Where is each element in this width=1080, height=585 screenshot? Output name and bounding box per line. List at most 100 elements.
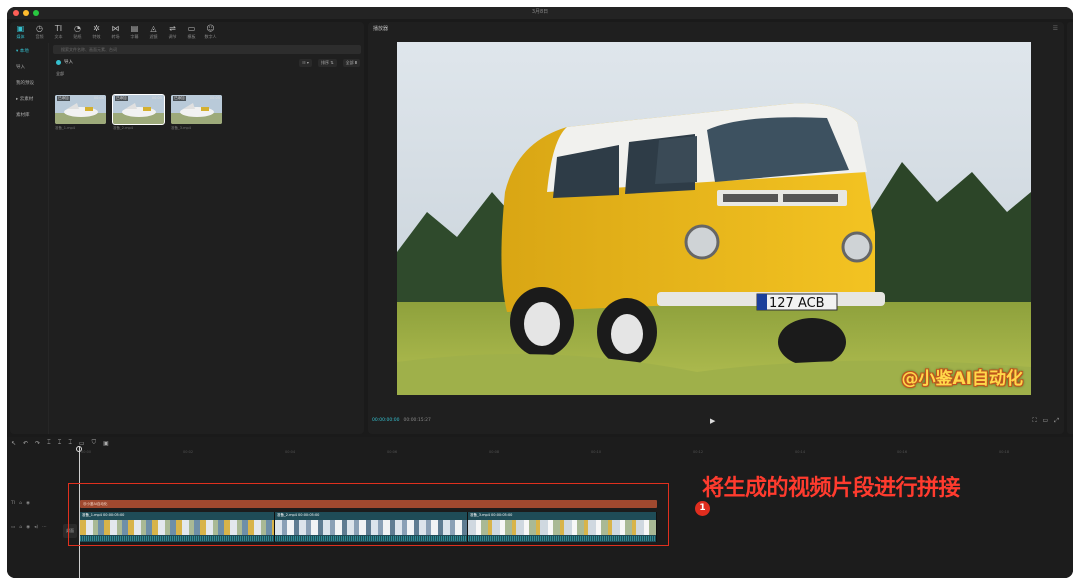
timeline-tool-icon[interactable]: ⌶ [58, 439, 62, 447]
annotation-text: 将生成的视频片段进行拼接 [702, 476, 961, 501]
import-label: 导入 [64, 60, 73, 65]
toolbar-audio-button[interactable]: ◷ 音频 [31, 22, 48, 42]
added-badge: 已添加 [115, 96, 128, 101]
toolbar-label: 滤镜 [149, 34, 158, 39]
media-thumbnail: 已添加 00:05 [171, 95, 222, 124]
text-track-icon: TI [11, 501, 16, 506]
text-track-header: TI ⌂ ◉ [11, 501, 30, 506]
ruler-tick-label: 00:18 [999, 450, 1010, 454]
toolbar-media-button[interactable]: ▣ 媒体 [12, 22, 29, 42]
sort-button[interactable]: ☷ ▾ [299, 59, 312, 67]
import-button[interactable]: 导入 [56, 59, 73, 65]
video-preview[interactable]: 127 ACB @小鉴AI自动化 [397, 42, 1031, 395]
sidebar-item[interactable]: ▾ 本地 [10, 43, 48, 59]
sort-controls: ☷ ▾ 排序 ⇅ 全部 ⩩ [299, 59, 360, 67]
filter-icon: ◬ [150, 24, 157, 33]
audio-icon: ◷ [36, 24, 43, 33]
toolbar-label: 调节 [168, 34, 177, 39]
lock-icon[interactable]: ⌂ [19, 501, 22, 506]
sidebar-item[interactable]: 导入 [10, 59, 48, 75]
media-thumbnail: 已添加 00:05 [112, 94, 165, 125]
toolbar-transition-button[interactable]: ⋈ 转场 [107, 22, 124, 42]
timeline-ruler[interactable]: 00:00 00:02 00:04 00:06 00:08 00:10 00:12 00:14… [77, 449, 1073, 457]
player-panel: 播放器 ☰ 127 ACB @小鉴AI自动化 00:00:00:00 00:00… [368, 22, 1064, 434]
toolbar-subtitle-button[interactable]: ▤ 字幕 [126, 22, 143, 42]
sticker-icon: ◔ [74, 24, 81, 33]
timeline-tool-icon[interactable]: ⌶ [68, 439, 72, 447]
ruler-tick-label: 00:02 [183, 450, 194, 454]
toolbar-label: 音频 [35, 34, 44, 39]
media-icon: ▣ [16, 24, 25, 33]
timeline-tool-icon[interactable]: ↶ [23, 440, 28, 447]
timeline-tool-icon[interactable]: ⌶ [47, 439, 51, 447]
toolbar-effects-button[interactable]: ✲ 特效 [88, 22, 105, 42]
toolbar-label: 转场 [111, 34, 120, 39]
toolbar-filter-button[interactable]: ◬ 滤镜 [145, 22, 162, 42]
clip-label: 准备_2.mp4 00:00:05:00 [277, 513, 320, 517]
added-badge: 已添加 [173, 96, 186, 101]
eye-icon[interactable]: ◉ [26, 525, 30, 530]
properties-panel [1067, 22, 1073, 434]
more-icon[interactable]: ⋯ [42, 525, 47, 530]
sidebar-item[interactable]: 我的预设 [10, 75, 48, 91]
media-duration: 00:05 [209, 96, 220, 100]
ruler-tick-label: 00:12 [693, 450, 704, 454]
digital-human-icon: ☺ [206, 24, 215, 33]
timeline-tool-icon[interactable]: ▣ [103, 440, 109, 447]
media-panel: ▣ 媒体 ◷ 音频 TI 文本 ◔ 贴纸 ✲ 特效 ⋈ 转场 ▤ 字幕 ◬ 滤镜 ⇌ 调节 ▭ 模板 ☺ 数字人 ▾ 本地… [10, 22, 364, 434]
main-toolbar: ▣ 媒体 ◷ 音频 TI 文本 ◔ 贴纸 ✲ 特效 ⋈ 转场 ▤ 字幕 ◬ 滤镜 ⇌ 调节 ▭ 模板 ☺ 数字人 [10, 22, 364, 42]
crop-icon[interactable]: ⛶ [1032, 417, 1036, 425]
sort-button[interactable]: 全部 ⩩ [342, 59, 360, 67]
eye-icon[interactable]: ◉ [26, 501, 30, 506]
window-title: 3月8日 [531, 9, 549, 15]
current-time: 00:00:00:00 [372, 418, 400, 423]
ruler-tick-label: 00:16 [897, 450, 908, 454]
toolbar-label: 媒体 [16, 34, 25, 39]
toolbar-label: 文本 [54, 34, 63, 39]
toolbar-label: 特效 [92, 34, 101, 39]
play-icon[interactable]: ▶ [710, 417, 715, 425]
toolbar-label: 贴纸 [73, 34, 82, 39]
toolbar-text-button[interactable]: TI 文本 [50, 22, 67, 42]
toolbar-label: 字幕 [130, 34, 139, 39]
total-time: 00:00:15:27 [403, 418, 431, 423]
ratio-icon[interactable]: ▭ [1043, 417, 1049, 425]
media-thumbnail: 已添加 00:05 [55, 95, 106, 124]
clip-label: 准备_3.mp4 00:00:05:00 [470, 513, 513, 517]
title-bar: 3月8日 [7, 7, 1073, 19]
sidebar-item[interactable]: 素材库 [10, 107, 48, 123]
template-icon: ▭ [187, 24, 196, 33]
sort-button[interactable]: 排序 ⇅ [317, 59, 337, 67]
player-tools: ⛶ ▭ ⤢ [1032, 417, 1059, 425]
media-duration: 00:05 [151, 96, 162, 100]
added-badge: 已添加 [57, 96, 70, 101]
subtitle-icon: ▤ [130, 24, 139, 33]
lock-icon[interactable]: ⌂ [19, 525, 22, 530]
search-input[interactable]: 搜索文件名称、画面元素、台词 [53, 45, 361, 54]
effects-icon: ✲ [93, 24, 100, 33]
step-badge: 1 [695, 501, 710, 516]
menu-icon[interactable]: ☰ [1053, 25, 1058, 32]
video-track-icon: ▭ [11, 525, 16, 530]
toolbar-template-button[interactable]: ▭ 模板 [183, 22, 200, 42]
audio-icon[interactable]: ◂) [34, 525, 38, 530]
fullscreen-icon[interactable]: ⤢ [1054, 417, 1059, 425]
timeline-tool-icon[interactable]: ⛉ [92, 439, 97, 447]
ruler-tick-label: 00:04 [285, 450, 296, 454]
watermark-text: @小鉴AI自动化 [901, 369, 1023, 389]
toolbar-digital-human-button[interactable]: ☺ 数字人 [202, 22, 219, 42]
import-icon [56, 59, 61, 65]
timeline-tool-icon[interactable]: ↷ [35, 440, 40, 447]
sidebar-item[interactable]: ▸ 云素材 [10, 91, 48, 107]
timeline-tool-icon[interactable]: ↖ [11, 440, 16, 447]
media-item[interactable]: 已添加 00:05 准备_3.mp4 [171, 95, 222, 131]
media-item[interactable]: 已添加 00:05 准备_1.mp4 [55, 95, 106, 131]
toolbar-sticker-button[interactable]: ◔ 贴纸 [69, 22, 86, 42]
media-item[interactable]: 已添加 00:05 准备_2.mp4 [112, 94, 165, 131]
timeline-toolbar: ↖ ↶ ↷ ⌶ ⌶ ⌶ ▭ ⛉ ▣ [11, 437, 109, 449]
ruler-tick-label: 00:10 [591, 450, 602, 454]
media-content: 搜索文件名称、画面元素、台词 导入 ☷ ▾ 排序 ⇅ 全部 ⩩ 全部 已添加 00:0… [53, 43, 364, 434]
clip-label: 准备_1.mp4 00:00:05:00 [82, 513, 125, 517]
toolbar-adjust-button[interactable]: ⇌ 调节 [164, 22, 181, 42]
highlight-box [68, 483, 669, 546]
